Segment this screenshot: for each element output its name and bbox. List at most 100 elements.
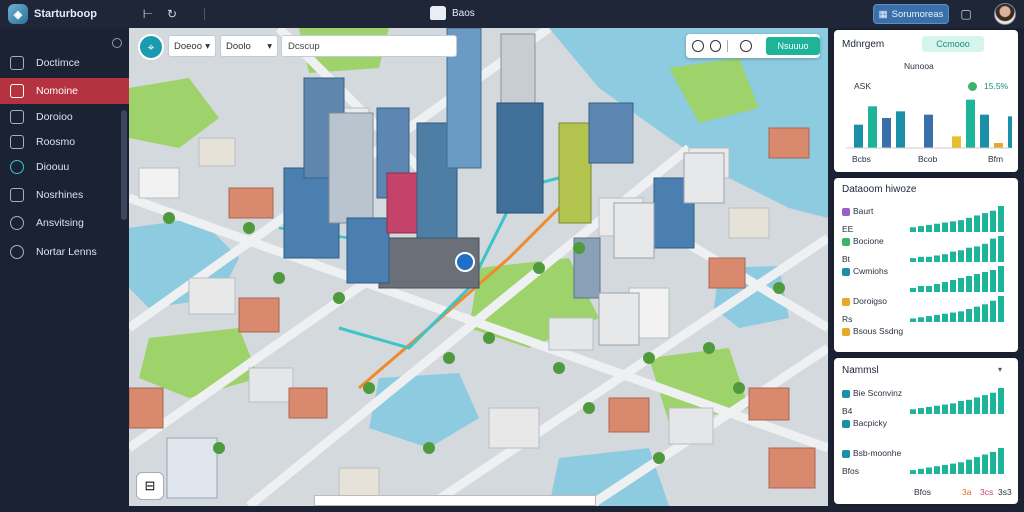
series-bar (982, 395, 988, 414)
series-sparkbars (910, 266, 1004, 292)
location-button[interactable]: ⌖ (138, 34, 164, 60)
bus-icon[interactable]: ⊟ (136, 472, 164, 500)
series-bar (982, 272, 988, 292)
axis-label-right: Bfm (988, 154, 1004, 164)
series-color-swatch (842, 450, 850, 458)
metrics-bar (994, 143, 1003, 148)
series-bar (918, 226, 924, 232)
metrics-bar (980, 114, 989, 148)
series-bar (950, 221, 956, 232)
series-bar (926, 224, 932, 232)
sidebar-item-2[interactable]: Doroioo (0, 104, 129, 130)
sidebar-item-3[interactable]: Roosmo (0, 129, 129, 155)
series-label[interactable]: Doroigso (853, 296, 887, 306)
metrics-subtitle: Nunooa (904, 61, 934, 71)
series-bar (990, 392, 996, 414)
series-bar (950, 403, 956, 414)
info-icon[interactable] (709, 40, 722, 52)
series-bar (942, 313, 948, 322)
series-label[interactable]: Bsous Ssdng (853, 326, 903, 336)
target-icon (10, 160, 24, 174)
series-bar (934, 405, 940, 414)
map-toolbar: Nsuuuo (686, 34, 820, 58)
clock-icon[interactable] (692, 40, 704, 52)
avatar[interactable] (994, 3, 1016, 25)
summary-footer: Bfos (914, 487, 932, 497)
sidebar-item-0[interactable]: Doctimce (0, 50, 129, 76)
series-sub-label: B4 (842, 406, 853, 416)
series-label[interactable]: Baurt (853, 206, 873, 216)
route-icon (10, 84, 24, 98)
sidebar-item-label: Doctimce (36, 57, 80, 69)
series-bar (910, 409, 916, 414)
filter-select-1[interactable]: Doeoo ▾ (168, 35, 216, 57)
series-bar (998, 206, 1004, 232)
series-label[interactable]: Bacpicky (853, 418, 887, 428)
series-bar (950, 463, 956, 474)
chevron-down-icon: ▾ (205, 40, 210, 52)
series-bar (934, 314, 940, 322)
series-bar (982, 213, 988, 232)
series-bar (990, 210, 996, 232)
map-action-button[interactable]: Nsuuuo (765, 37, 820, 55)
series-sparkbars (910, 388, 1004, 414)
series-bar (974, 306, 980, 322)
sidebar-item-7[interactable]: Nortar Lenns (0, 239, 129, 265)
series-bar (934, 466, 940, 474)
toolbar-divider (204, 8, 205, 20)
sidebar-scrollbar[interactable] (121, 110, 127, 220)
chevron-down-icon[interactable]: ▾ (998, 365, 1002, 374)
series-label[interactable]: Bocione (853, 236, 884, 246)
series-bar (942, 282, 948, 292)
series-bar (958, 278, 964, 292)
cloud-icon (10, 245, 24, 259)
refresh-icon[interactable]: ↻ (164, 6, 180, 22)
center-title-label: Baos (452, 7, 475, 19)
series-label[interactable]: Bsb-moonhe (853, 448, 901, 458)
document-icon (10, 110, 24, 124)
dashboard-button[interactable]: ▦ Sorumoreas (873, 4, 949, 24)
axis-label-left: Bcbs (852, 154, 871, 164)
center-title[interactable]: Baos (430, 6, 475, 20)
series-bar (998, 448, 1004, 474)
series-bar (958, 462, 964, 474)
search-input[interactable] (281, 35, 457, 57)
series-label[interactable]: Cwmiohs (853, 266, 888, 276)
top-bar: ◈ Starturboop ⊢ ↻ Baos ▦ Sorumoreas ▢ (0, 0, 1024, 28)
series-bar (974, 457, 980, 474)
city-map (129, 28, 828, 506)
back-icon[interactable]: ⊢ (140, 6, 156, 22)
series-bar (998, 388, 1004, 414)
map-canvas[interactable] (129, 28, 828, 506)
sidebar-item-1[interactable]: Nomoine (0, 78, 129, 104)
series-bar (942, 254, 948, 262)
metrics-pill[interactable]: Ccmooo (922, 36, 984, 52)
series-bar (966, 399, 972, 414)
series-label[interactable]: Bie Sconvinz (853, 388, 902, 398)
series-bar (926, 406, 932, 414)
clipboard-icon[interactable]: ▢ (958, 6, 974, 22)
sidebar-item-6[interactable]: Ansvitsing (0, 210, 129, 236)
filter-select-2[interactable]: Doolo ▾ (220, 35, 278, 57)
summary-legend-c: 3s3 (998, 487, 1012, 497)
series-bar (966, 247, 972, 262)
status-dot (968, 82, 977, 91)
series-color-swatch (842, 420, 850, 428)
sidebar-item-4[interactable]: Dioouu (0, 154, 129, 180)
sidebar-item-5[interactable]: Nosrhines (0, 182, 129, 208)
metrics-bar (952, 136, 961, 148)
brand[interactable]: ◈ Starturboop (8, 4, 97, 24)
metrics-bar (966, 99, 975, 148)
series-bar (950, 251, 956, 262)
collapse-icon[interactable] (112, 38, 122, 48)
series-bar (910, 288, 916, 292)
sidebar-item-label: Ansvitsing (36, 217, 84, 229)
series-color-swatch (842, 238, 850, 246)
link-icon (10, 135, 24, 149)
series-color-swatch (842, 328, 850, 336)
location-icon: ⌖ (147, 39, 155, 54)
app-logo: ◈ (8, 4, 28, 24)
sidebar-item-label: Doroioo (36, 111, 73, 123)
settings-icon[interactable] (740, 40, 752, 52)
series-bar (926, 316, 932, 322)
